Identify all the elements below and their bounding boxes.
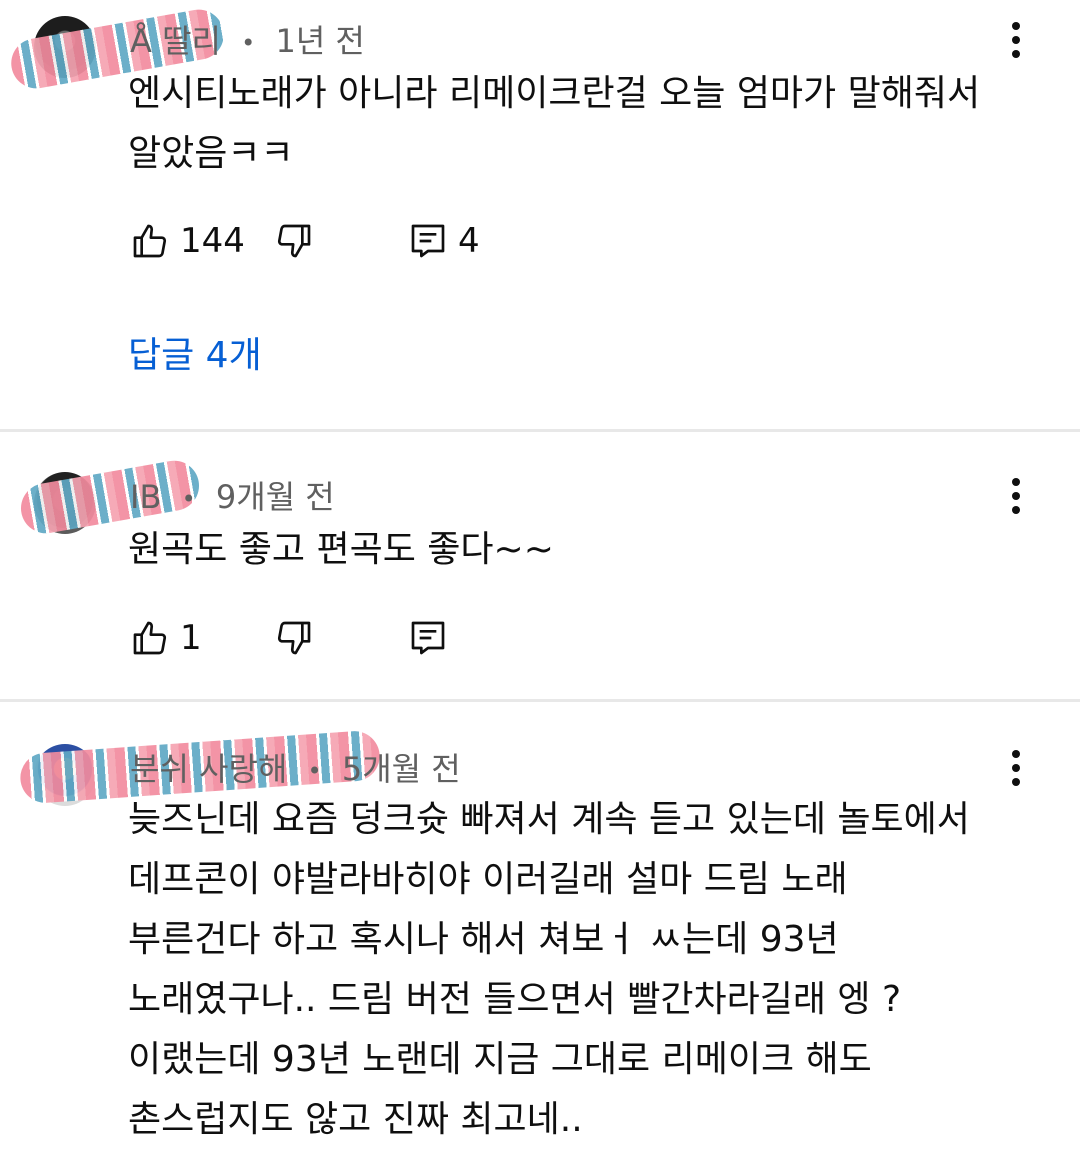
author-name[interactable]: IB bbox=[130, 478, 161, 516]
reply-icon[interactable] bbox=[408, 618, 448, 658]
comment-time[interactable]: 5개월 전 bbox=[342, 750, 461, 788]
comment-time[interactable]: 9개월 전 bbox=[216, 478, 335, 516]
comment-meta: 분쉬 사랑해 • 5개월 전 bbox=[130, 744, 461, 790]
like-count: 144 bbox=[180, 221, 245, 261]
comment-time[interactable]: 1년 전 bbox=[275, 22, 364, 60]
comment-3: 분쉬 사랑해 • 5개월 전 늦즈닌데 요즘 덩크슛 빠져서 계속 듣고 있는데… bbox=[0, 702, 1080, 1170]
like-count: 1 bbox=[180, 618, 202, 658]
more-vert-icon[interactable] bbox=[1003, 20, 1029, 60]
comment-actions: 1 bbox=[128, 614, 728, 664]
comment-text: 늦즈닌데 요즘 덩크슛 빠져서 계속 듣고 있는데 놀토에서 데프콘이 야발라바… bbox=[128, 799, 970, 1140]
comment-1: Å 딸리 • 1년 전 엔시티노래가 아니라 리메이크란걸 오늘 엄마가 말해줘… bbox=[0, 0, 1080, 430]
author-name[interactable]: 분쉬 사랑해 bbox=[130, 750, 287, 788]
more-vert-icon[interactable] bbox=[1003, 748, 1029, 788]
more-vert-icon[interactable] bbox=[1003, 476, 1029, 516]
author-name[interactable]: Å 딸리 bbox=[130, 22, 221, 60]
reply-count: 4 bbox=[458, 221, 480, 261]
meta-separator: • bbox=[241, 29, 256, 57]
reply-icon[interactable] bbox=[408, 221, 448, 261]
like-icon[interactable] bbox=[130, 618, 170, 658]
comment-actions: 144 4 bbox=[128, 217, 728, 267]
dislike-icon[interactable] bbox=[274, 221, 314, 261]
comment-meta: IB • 9개월 전 bbox=[130, 472, 335, 518]
meta-separator: • bbox=[181, 485, 196, 513]
comment-2: IB • 9개월 전 원곡도 좋고 편곡도 좋다~~ 1 bbox=[0, 432, 1080, 700]
like-icon[interactable] bbox=[130, 221, 170, 261]
comment-text: 엔시티노래가 아니라 리메이크란걸 오늘 엄마가 말해줘서 알았음ㅋㅋ bbox=[128, 73, 981, 174]
meta-separator: • bbox=[307, 757, 322, 785]
comment-text: 원곡도 좋고 편곡도 좋다~~ bbox=[128, 529, 554, 570]
dislike-icon[interactable] bbox=[274, 618, 314, 658]
view-replies-link[interactable]: 답글 4개 bbox=[128, 332, 262, 380]
comment-meta: Å 딸리 • 1년 전 bbox=[130, 16, 365, 62]
